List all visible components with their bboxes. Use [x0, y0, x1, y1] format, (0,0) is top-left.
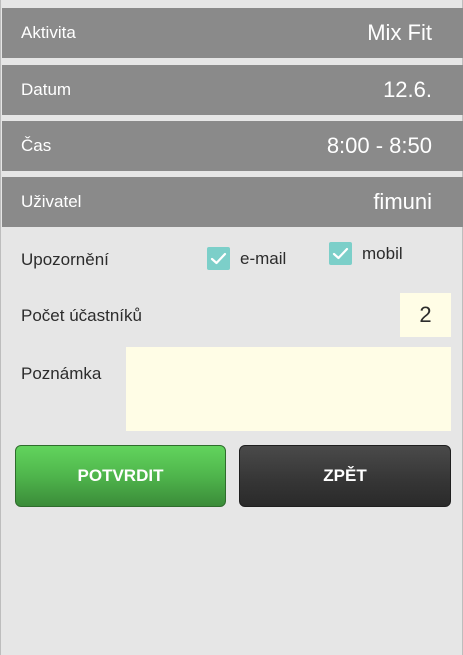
user-label: Uživatel — [21, 192, 82, 211]
date-label: Datum — [21, 80, 72, 99]
checkmark-icon[interactable] — [207, 247, 230, 270]
checkmark-icon[interactable] — [329, 242, 352, 265]
activity-value: Mix Fit — [367, 20, 432, 45]
participants-label: Počet účastníků — [21, 306, 142, 325]
email-checkbox[interactable]: e-mail — [207, 247, 286, 270]
mobile-label: mobil — [362, 243, 403, 263]
back-button-label: ZPĚT — [323, 466, 367, 485]
time-label: Čas — [21, 136, 52, 155]
date-value: 12.6. — [383, 77, 432, 102]
date-row: Datum 12.6. — [2, 65, 463, 115]
confirm-button[interactable]: POTVRDIT — [15, 445, 226, 507]
activity-label: Aktivita — [21, 23, 76, 42]
user-row: Uživatel fimuni — [2, 177, 463, 227]
note-input[interactable] — [126, 347, 451, 431]
back-button[interactable]: ZPĚT — [239, 445, 451, 507]
note-label: Poznámka — [21, 364, 102, 383]
reservation-screen: Aktivita Mix Fit Datum 12.6. Čas 8:00 - … — [0, 0, 463, 655]
email-label: e-mail — [240, 248, 287, 268]
confirm-button-label: POTVRDIT — [77, 466, 164, 485]
user-value: fimuni — [373, 189, 432, 214]
activity-row: Aktivita Mix Fit — [2, 8, 463, 58]
notification-label: Upozornění — [21, 250, 109, 269]
mobile-checkbox[interactable]: mobil — [329, 242, 403, 265]
time-row: Čas 8:00 - 8:50 — [2, 121, 463, 171]
time-value: 8:00 - 8:50 — [326, 133, 432, 158]
participants-input[interactable]: 2 — [400, 293, 451, 337]
